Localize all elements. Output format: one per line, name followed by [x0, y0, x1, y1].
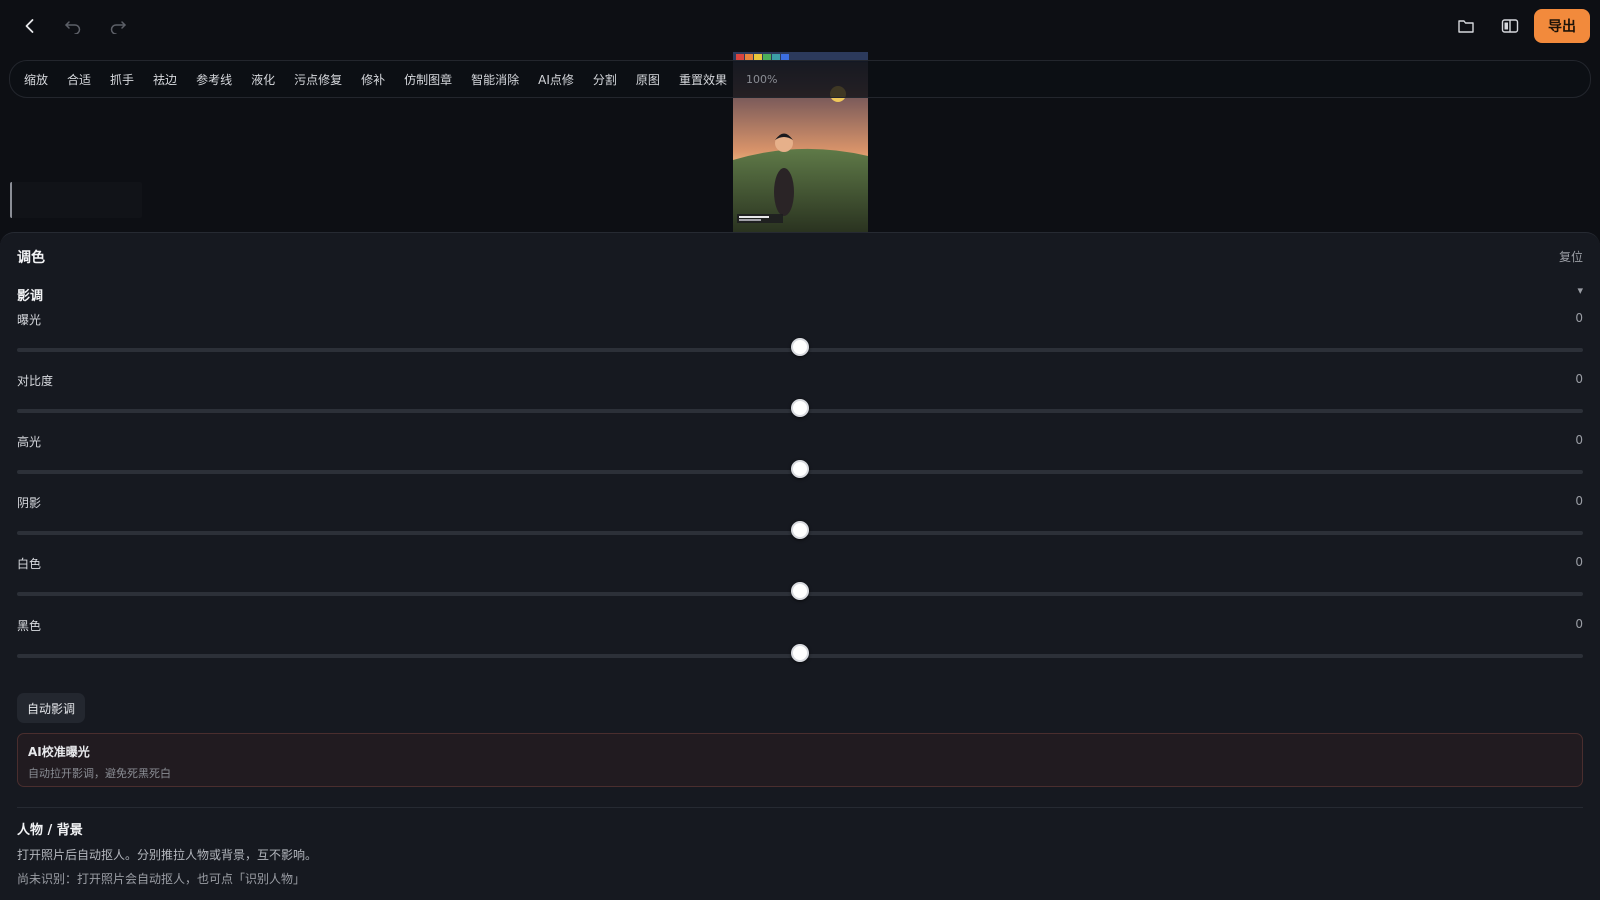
panel-title: 调色 [17, 250, 45, 266]
tool-item[interactable]: 液化 [251, 71, 275, 88]
undo-icon[interactable] [57, 10, 89, 42]
slider-value: 0 [1575, 433, 1583, 447]
slider-thumb[interactable] [791, 399, 809, 417]
divider [17, 807, 1583, 808]
ai-exposure-card[interactable]: AI校准曝光 自动拉开影调，避免死黑死白 [17, 733, 1583, 787]
adjustment-panel: 调色 复位 影调 ▾ 曝光 0 对比度 0 高光 0 阴影 0 白色 0 黑色 0 自动影调 AI校准… [0, 232, 1600, 900]
slider-label: 对比度 [17, 374, 54, 388]
slider-value: 0 [1575, 372, 1583, 386]
slider-row: 阴影 0 [17, 494, 1583, 544]
slider-value: 0 [1575, 555, 1583, 569]
slider-label: 曝光 [17, 313, 42, 327]
tool-item[interactable]: 祛边 [153, 71, 177, 88]
slider-label: 阴影 [17, 496, 42, 510]
tool-item[interactable]: 分割 [593, 71, 617, 88]
tool-item[interactable]: AI点修 [538, 71, 574, 88]
compare-icon[interactable] [1494, 10, 1526, 42]
slider-row: 对比度 0 [17, 372, 1583, 422]
export-button[interactable]: 导出 [1534, 9, 1590, 43]
slider-label: 白色 [17, 557, 42, 571]
tool-item[interactable]: 抓手 [110, 71, 134, 88]
reset-button[interactable]: 复位 [1559, 248, 1583, 265]
slider-row: 曝光 0 [17, 311, 1583, 361]
people-section-description: 打开照片后自动抠人。分别推拉人物或背景，互不影响。 [17, 848, 318, 862]
tool-item[interactable]: 重置效果 [679, 71, 727, 88]
layer-thumbnail[interactable] [10, 182, 142, 218]
tone-section-title[interactable]: 影调 [17, 285, 43, 304]
slider-value: 0 [1575, 494, 1583, 508]
people-section-status: 尚未识别：打开照片会自动抠人，也可点「识别人物」 [17, 872, 306, 886]
tool-strip: 缩放 合适 抓手 祛边 参考线 液化 污点修复 修补 仿制图章 智能消除 AI点修 分割 原图 重置效果 1… [9, 60, 1591, 98]
back-arrow-icon[interactable] [14, 10, 46, 42]
slider-thumb[interactable] [791, 521, 809, 539]
zoom-level: 100% [745, 72, 778, 86]
tool-item[interactable]: 智能消除 [471, 71, 519, 88]
people-section-title: 人物 / 背景 [17, 823, 83, 838]
ai-exposure-title: AI校准曝光 [28, 745, 90, 759]
folder-icon[interactable] [1450, 10, 1482, 42]
slider-label: 黑色 [17, 619, 42, 633]
tool-item[interactable]: 缩放 [24, 71, 48, 88]
tool-item[interactable]: 仿制图章 [404, 71, 452, 88]
tool-item[interactable]: 污点修复 [294, 71, 342, 88]
slider-row: 白色 0 [17, 555, 1583, 605]
slider-thumb[interactable] [791, 582, 809, 600]
tool-item[interactable]: 原图 [636, 71, 660, 88]
auto-tone-button[interactable]: 自动影调 [17, 693, 86, 723]
slider-row: 黑色 0 [17, 617, 1583, 667]
tool-item[interactable]: 修补 [361, 71, 385, 88]
tool-item[interactable]: 参考线 [196, 71, 232, 88]
redo-icon[interactable] [102, 10, 134, 42]
tool-item[interactable]: 合适 [67, 71, 91, 88]
slider-row: 高光 0 [17, 433, 1583, 483]
slider-thumb[interactable] [791, 460, 809, 478]
slider-value: 0 [1575, 617, 1583, 631]
top-bar: 导出 [0, 0, 1600, 52]
slider-label: 高光 [17, 435, 42, 449]
ai-exposure-subtitle: 自动拉开影调，避免死黑死白 [28, 767, 171, 780]
slider-thumb[interactable] [791, 338, 809, 356]
slider-value: 0 [1575, 311, 1583, 325]
slider-thumb[interactable] [791, 644, 809, 662]
collapse-chevron-icon[interactable]: ▾ [1577, 284, 1583, 297]
